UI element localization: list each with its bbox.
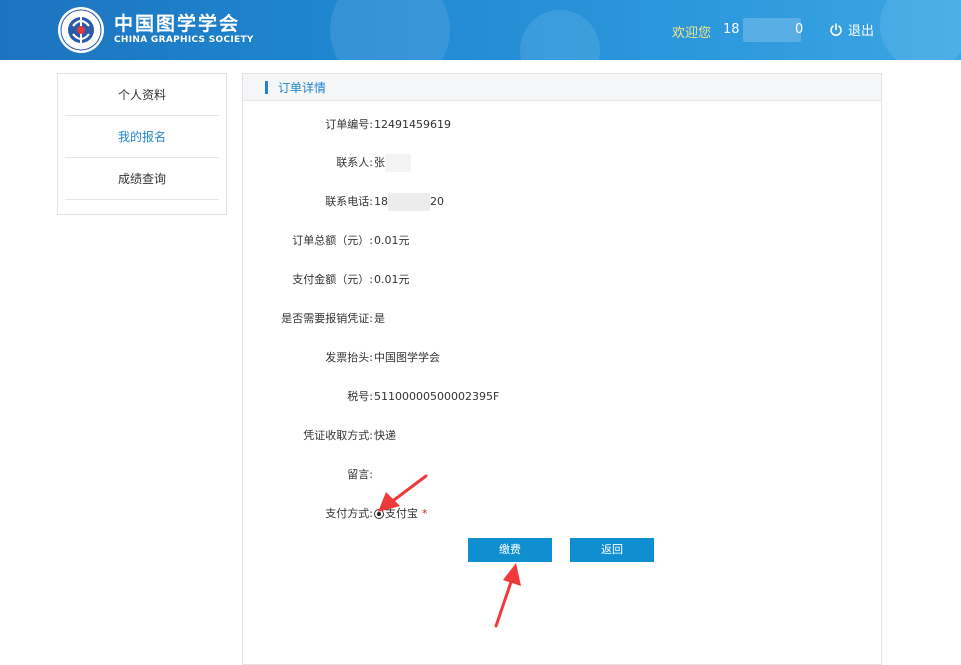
welcome-text: 欢迎您 — [672, 26, 712, 41]
sidebar-item-label: 个人资料 — [117, 88, 166, 102]
required-mark: * — [422, 507, 428, 520]
back-button[interactable]: 返回 — [570, 538, 654, 562]
payment-option-label: 支付宝 — [385, 507, 418, 520]
panel-header: 订单详情 — [243, 74, 881, 101]
title-accent-bar — [265, 80, 268, 94]
phone-start: 18 — [374, 195, 388, 208]
username-end: 0 — [795, 22, 804, 37]
field-tax-number: 税号: 51100000500002395F — [243, 387, 843, 407]
field-value: 是 — [374, 312, 385, 325]
field-paid-amount: 支付金额（元）: 0.01元 — [243, 270, 843, 290]
sidebar-item-score-query[interactable]: 成绩查询 — [65, 158, 219, 200]
phone-redaction — [388, 193, 430, 211]
field-label: 订单总额（元）: — [292, 234, 373, 247]
logo-text: 中国图学学会 CHINA GRAPHICS SOCIETY — [114, 14, 254, 46]
field-label: 联系电话: — [325, 195, 373, 208]
field-label: 留言: — [347, 468, 373, 481]
phone-end: 20 — [430, 195, 444, 208]
username-start: 18 — [723, 22, 740, 37]
field-value: 51100000500002395F — [374, 390, 500, 403]
header-decoration — [520, 10, 600, 60]
sidebar-item-label: 成绩查询 — [117, 172, 166, 186]
header-decoration — [330, 0, 450, 60]
field-message: 留言: — [243, 465, 843, 485]
field-value: 12491459619 — [374, 118, 451, 131]
field-invoice-title: 发票抬头: 中国图学学会 — [243, 348, 843, 368]
pay-button[interactable]: 缴费 — [468, 538, 552, 562]
sidebar-item-profile[interactable]: 个人资料 — [65, 74, 219, 116]
contact-redaction — [385, 154, 411, 172]
field-label: 支付金额（元）: — [292, 273, 373, 286]
sidebar: 个人资料 我的报名 成绩查询 — [57, 73, 227, 215]
field-order-total: 订单总额（元）: 0.01元 — [243, 231, 843, 251]
field-value: 18 20 — [374, 192, 444, 212]
sidebar-item-my-registration[interactable]: 我的报名 — [65, 116, 219, 158]
order-detail-panel: 订单详情 订单编号: 12491459619 联系人: 张 联系电话: 18 20… — [242, 73, 882, 665]
field-value: 快递 — [374, 429, 396, 442]
username[interactable]: 18 0 — [723, 18, 804, 42]
field-delivery-method: 凭证收取方式: 快递 — [243, 426, 843, 446]
logo-chinese-name: 中国图学学会 — [114, 13, 241, 35]
field-label: 联系人: — [336, 156, 373, 169]
field-label: 凭证收取方式: — [303, 429, 373, 442]
contact-value: 张 — [374, 156, 385, 169]
field-order-number: 订单编号: 12491459619 — [243, 115, 843, 135]
logout-link[interactable]: 退出 — [829, 20, 874, 39]
field-label: 发票抬头: — [325, 351, 373, 364]
panel-title: 订单详情 — [278, 80, 327, 95]
sidebar-item-label: 我的报名 — [117, 130, 166, 144]
field-label: 订单编号: — [325, 118, 373, 131]
field-value: 0.01元 — [374, 234, 410, 247]
field-value: 0.01元 — [374, 273, 410, 286]
field-value: 张 — [374, 153, 411, 173]
site-header: 中国图学学会 CHINA GRAPHICS SOCIETY 欢迎您 18 0 退… — [0, 0, 961, 60]
field-invoice-needed: 是否需要报销凭证: 是 — [243, 309, 843, 329]
field-label: 税号: — [347, 390, 373, 403]
society-logo-icon[interactable] — [57, 6, 105, 54]
payment-option-alipay[interactable]: 支付宝 * — [374, 504, 428, 524]
field-value: 中国图学学会 — [374, 351, 440, 364]
alipay-radio[interactable] — [374, 509, 384, 519]
field-label: 是否需要报销凭证: — [281, 312, 373, 325]
field-payment-method: 支付方式: 支付宝 * — [243, 504, 843, 524]
field-phone: 联系电话: 18 20 — [243, 192, 843, 212]
logout-label: 退出 — [848, 24, 875, 39]
header-decoration — [880, 0, 961, 60]
power-icon — [830, 22, 842, 36]
field-contact: 联系人: 张 — [243, 153, 843, 173]
logo-english-name: CHINA GRAPHICS SOCIETY — [114, 35, 254, 45]
field-label: 支付方式: — [325, 507, 373, 520]
username-redaction — [743, 18, 801, 42]
